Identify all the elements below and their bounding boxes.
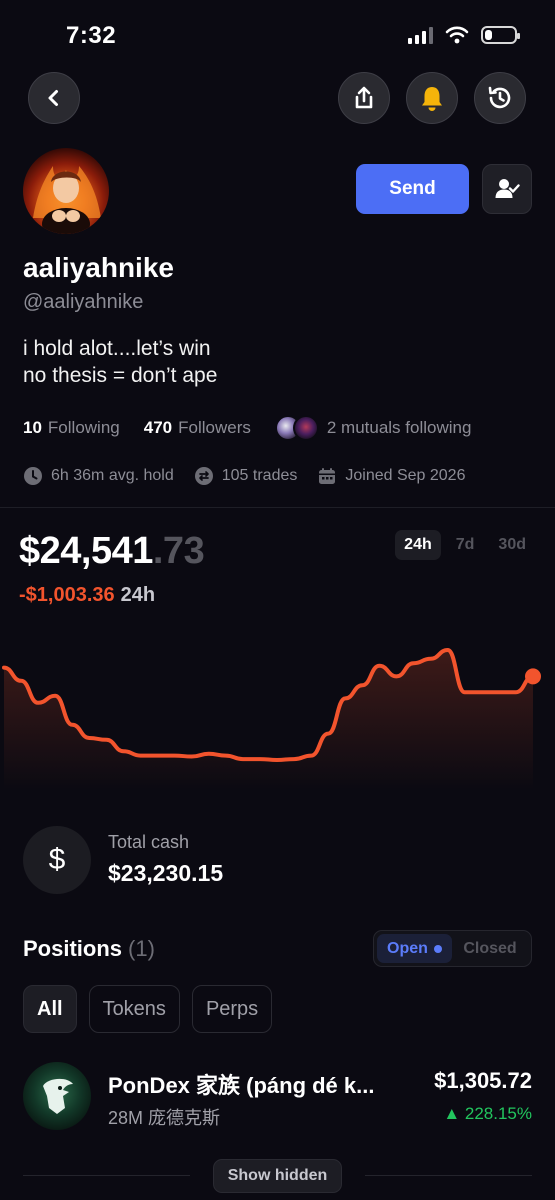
battery-icon [481,26,520,44]
cash-value: $23,230.15 [108,860,224,886]
handle: @aaliyahnike [23,291,144,313]
history-button[interactable] [474,72,526,124]
change-value: -$1,003.36 [19,584,115,606]
dollar-icon: $ [23,826,91,894]
token-holding: 28M 庞德克斯 [108,1108,221,1128]
filter-perps[interactable]: Perps [191,985,273,1033]
range-tabs: 24h 7d 30d [395,530,535,560]
triangle-up-icon: ▲ [443,1104,461,1123]
following-label[interactable]: Following [48,418,120,438]
divider [365,1175,532,1176]
share-button[interactable] [338,72,390,124]
status-time: 7:32 [66,22,117,49]
swap-icon [194,467,213,485]
open-label: Open [387,939,428,957]
portfolio-value-dollars: $24,541 [19,530,153,572]
calendar-icon [319,468,336,484]
open-closed-toggle: Open Closed [373,930,532,967]
bell-icon [422,87,442,111]
range-tab-7d[interactable]: 7d [447,530,484,560]
avg-hold: 6h 36m avg. hold [23,466,174,486]
trader-meta: 6h 36m avg. hold 105 trades Joined Sep 2… [23,466,485,486]
joined: Joined Sep 2026 [317,466,465,486]
share-icon [355,86,373,109]
status-icons [408,26,520,44]
portfolio-chart[interactable] [0,630,555,790]
trades: 105 trades [194,466,298,486]
avatar [23,148,109,234]
positions-count: (1) [128,936,155,961]
followers-count[interactable]: 470 [144,418,172,438]
cash-label: Total cash [108,832,190,852]
portfolio-change: -$1,003.36 24h [19,584,155,607]
portfolio-value: $24,541.73 [19,530,205,573]
range-tab-24h[interactable]: 24h [395,530,441,560]
positions-title: Positions (1) [23,936,155,962]
token-change-value: 228.15% [464,1104,532,1123]
following-count[interactable]: 10 [23,418,42,438]
chevron-left-icon [48,90,58,106]
token-change: ▲ 228.15% [443,1104,532,1124]
follow-stats: 10 Following 470 Followers 2 mutuals fol… [23,415,471,441]
back-button[interactable] [28,72,80,124]
divider [0,507,555,508]
filter-all[interactable]: All [23,985,77,1033]
mutuals-avatars[interactable] [274,415,319,441]
show-hidden-button[interactable]: Show hidden [213,1159,342,1193]
open-indicator-dot [433,944,442,953]
closed-tab[interactable]: Closed [452,934,528,963]
wifi-icon [445,26,469,44]
bio: i hold alot....let’s win no thesis = don… [23,335,217,389]
mutuals-label[interactable]: 2 mutuals following [327,418,472,438]
send-button[interactable]: Send [356,164,469,214]
open-tab[interactable]: Open [377,934,452,963]
bio-line: i hold alot....let’s win [23,337,211,360]
notifications-button[interactable] [406,72,458,124]
portfolio-value-cents: .73 [152,530,205,572]
change-period: 24h [120,584,156,606]
chart-area [4,650,533,790]
token-value: $1,305.72 [434,1068,532,1093]
joined-text: Joined Sep 2026 [345,467,466,484]
mutual-avatar [292,415,319,441]
position-filters: All Tokens Perps [23,985,273,1033]
range-tab-30d[interactable]: 30d [489,530,535,560]
display-name: aaliyahnike [23,252,174,283]
follow-button[interactable] [482,164,532,214]
cellular-signal-icon [408,26,433,44]
user-check-icon [495,179,520,198]
bio-line: no thesis = don’t ape [23,364,218,387]
avg-hold-text: 6h 36m avg. hold [51,467,174,484]
positions-title-text: Positions [23,936,123,961]
filter-tokens[interactable]: Tokens [88,985,180,1033]
divider [23,1175,190,1176]
token-name[interactable]: PonDex 家族 (páng dé k... [108,1068,408,1100]
followers-label[interactable]: Followers [178,418,251,438]
token-icon[interactable] [23,1062,91,1130]
chart-last-point [525,668,541,685]
history-icon [488,86,511,109]
clock-icon [24,467,42,485]
trades-text: 105 trades [221,467,298,484]
